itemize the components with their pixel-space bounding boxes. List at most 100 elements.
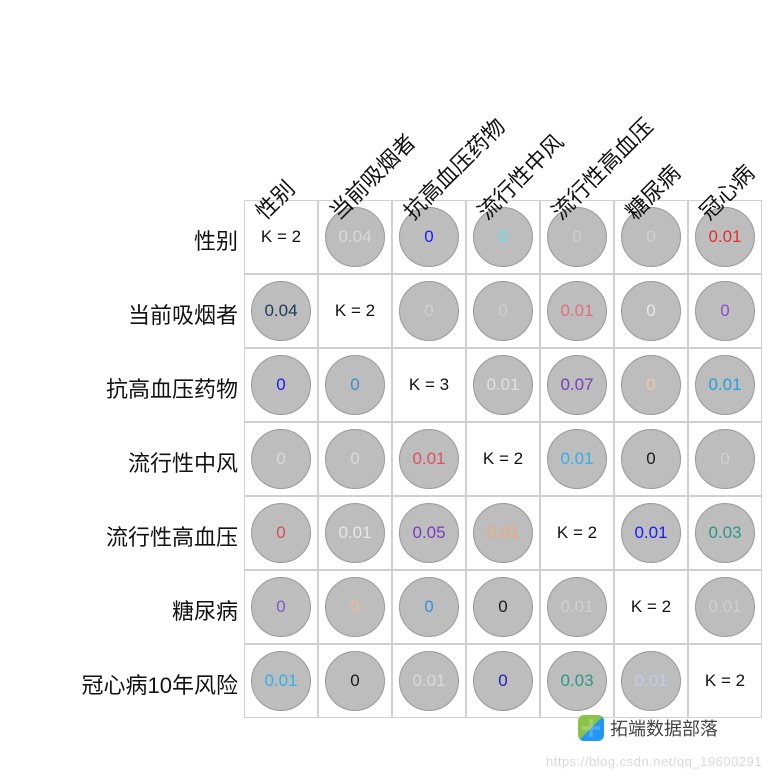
value-text: 0.07 xyxy=(560,375,593,395)
matrix-cell: K = 2 xyxy=(688,644,762,718)
value-bubble: 0.03 xyxy=(547,651,607,711)
diagonal-label: K = 2 xyxy=(557,523,597,543)
value-text: 0 xyxy=(424,597,433,617)
value-text: 0 xyxy=(276,449,285,469)
value-bubble: 0 xyxy=(325,577,385,637)
matrix-cell: 0 xyxy=(614,422,688,496)
value-text: 0 xyxy=(720,301,729,321)
diagonal-label: K = 3 xyxy=(409,375,449,395)
matrix-cell: 0.01 xyxy=(466,496,540,570)
value-bubble: 0 xyxy=(621,281,681,341)
matrix-cell: 0.01 xyxy=(318,496,392,570)
matrix-cell: 0 xyxy=(244,422,318,496)
brand-text: 拓端数据部落 xyxy=(610,715,718,741)
matrix-cell: 0 xyxy=(244,570,318,644)
value-bubble: 0.04 xyxy=(251,281,311,341)
value-bubble: 0.03 xyxy=(695,503,755,563)
value-text: 0 xyxy=(424,227,433,247)
value-bubble: 0.01 xyxy=(547,281,607,341)
value-bubble: 0 xyxy=(473,577,533,637)
diagonal-label: K = 2 xyxy=(261,227,301,247)
matrix-cell: 0 xyxy=(614,348,688,422)
correlation-matrix-chart: K = 20.0400000.010.04K = 2000.010000K = … xyxy=(0,0,778,777)
value-text: 0 xyxy=(424,301,433,321)
diagonal-label: K = 2 xyxy=(335,301,375,321)
row-label: 当前吸烟者 xyxy=(8,298,238,330)
matrix-cell: 0.04 xyxy=(244,274,318,348)
matrix-cell: K = 2 xyxy=(466,422,540,496)
value-bubble: 0 xyxy=(251,355,311,415)
matrix-cell: 0 xyxy=(688,422,762,496)
matrix-cell: 0 xyxy=(392,274,466,348)
value-text: 0.01 xyxy=(708,227,741,247)
value-text: 0.01 xyxy=(338,523,371,543)
value-bubble: 0 xyxy=(621,429,681,489)
matrix-cell: 0.01 xyxy=(466,348,540,422)
value-bubble: 0.01 xyxy=(251,651,311,711)
value-text: 0 xyxy=(498,227,507,247)
matrix-cell: K = 2 xyxy=(614,570,688,644)
matrix-cell: 0 xyxy=(466,274,540,348)
matrix-cell: 0.05 xyxy=(392,496,466,570)
value-text: 0 xyxy=(350,375,359,395)
matrix-cell: 0.01 xyxy=(392,422,466,496)
matrix-cell: 0.07 xyxy=(540,348,614,422)
brand-badge: 拓端数据部落 xyxy=(578,715,718,741)
matrix-cell: 0 xyxy=(244,496,318,570)
value-text: 0 xyxy=(276,375,285,395)
value-bubble: 0 xyxy=(251,503,311,563)
value-bubble: 0.01 xyxy=(621,651,681,711)
matrix-cell: 0 xyxy=(244,348,318,422)
brand-icon xyxy=(578,715,604,741)
value-bubble: 0 xyxy=(251,429,311,489)
value-text: 0 xyxy=(498,301,507,321)
value-text: 0 xyxy=(720,449,729,469)
value-text: 0 xyxy=(572,227,581,247)
matrix-cell: 0 xyxy=(318,422,392,496)
matrix-cell: 0 xyxy=(688,274,762,348)
matrix-cell: K = 2 xyxy=(318,274,392,348)
matrix-cell: 0.01 xyxy=(614,644,688,718)
matrix-cell: 0 xyxy=(614,274,688,348)
value-text: 0.03 xyxy=(560,671,593,691)
value-text: 0.01 xyxy=(486,523,519,543)
value-bubble: 0.05 xyxy=(399,503,459,563)
matrix-cell: 0.01 xyxy=(614,496,688,570)
value-text: 0.05 xyxy=(412,523,445,543)
value-text: 0.04 xyxy=(264,301,297,321)
value-bubble: 0.01 xyxy=(399,651,459,711)
matrix-cell: 0.01 xyxy=(540,422,614,496)
value-text: 0 xyxy=(498,597,507,617)
value-text: 0 xyxy=(350,671,359,691)
value-bubble: 0.01 xyxy=(473,503,533,563)
matrix-cell: 0 xyxy=(392,570,466,644)
value-text: 0.01 xyxy=(634,523,667,543)
value-text: 0 xyxy=(276,597,285,617)
value-text: 0 xyxy=(646,375,655,395)
value-bubble: 0 xyxy=(325,651,385,711)
row-label: 冠心病10年风险 xyxy=(8,668,238,700)
value-bubble: 0 xyxy=(621,355,681,415)
value-text: 0 xyxy=(498,671,507,691)
row-label: 流行性高血压 xyxy=(8,520,238,552)
value-bubble: 0 xyxy=(695,281,755,341)
value-bubble: 0 xyxy=(325,355,385,415)
watermark-text: https://blog.csdn.net/qq_19600291 xyxy=(546,754,762,769)
matrix-cell: 0.03 xyxy=(540,644,614,718)
value-text: 0.01 xyxy=(708,375,741,395)
value-text: 0.04 xyxy=(338,227,371,247)
value-bubble: 0.01 xyxy=(473,355,533,415)
matrix-cell: 0 xyxy=(318,348,392,422)
value-bubble: 0.01 xyxy=(547,429,607,489)
value-text: 0 xyxy=(350,449,359,469)
row-label: 糖尿病 xyxy=(8,594,238,626)
value-text: 0.01 xyxy=(486,375,519,395)
matrix-cell: 0 xyxy=(318,644,392,718)
value-text: 0.03 xyxy=(708,523,741,543)
value-bubble: 0.01 xyxy=(695,355,755,415)
row-label: 流行性中风 xyxy=(8,446,238,478)
value-bubble: 0 xyxy=(695,429,755,489)
diagonal-label: K = 2 xyxy=(483,449,523,469)
matrix-cell: 0.01 xyxy=(688,570,762,644)
matrix-cell: 0.01 xyxy=(540,570,614,644)
